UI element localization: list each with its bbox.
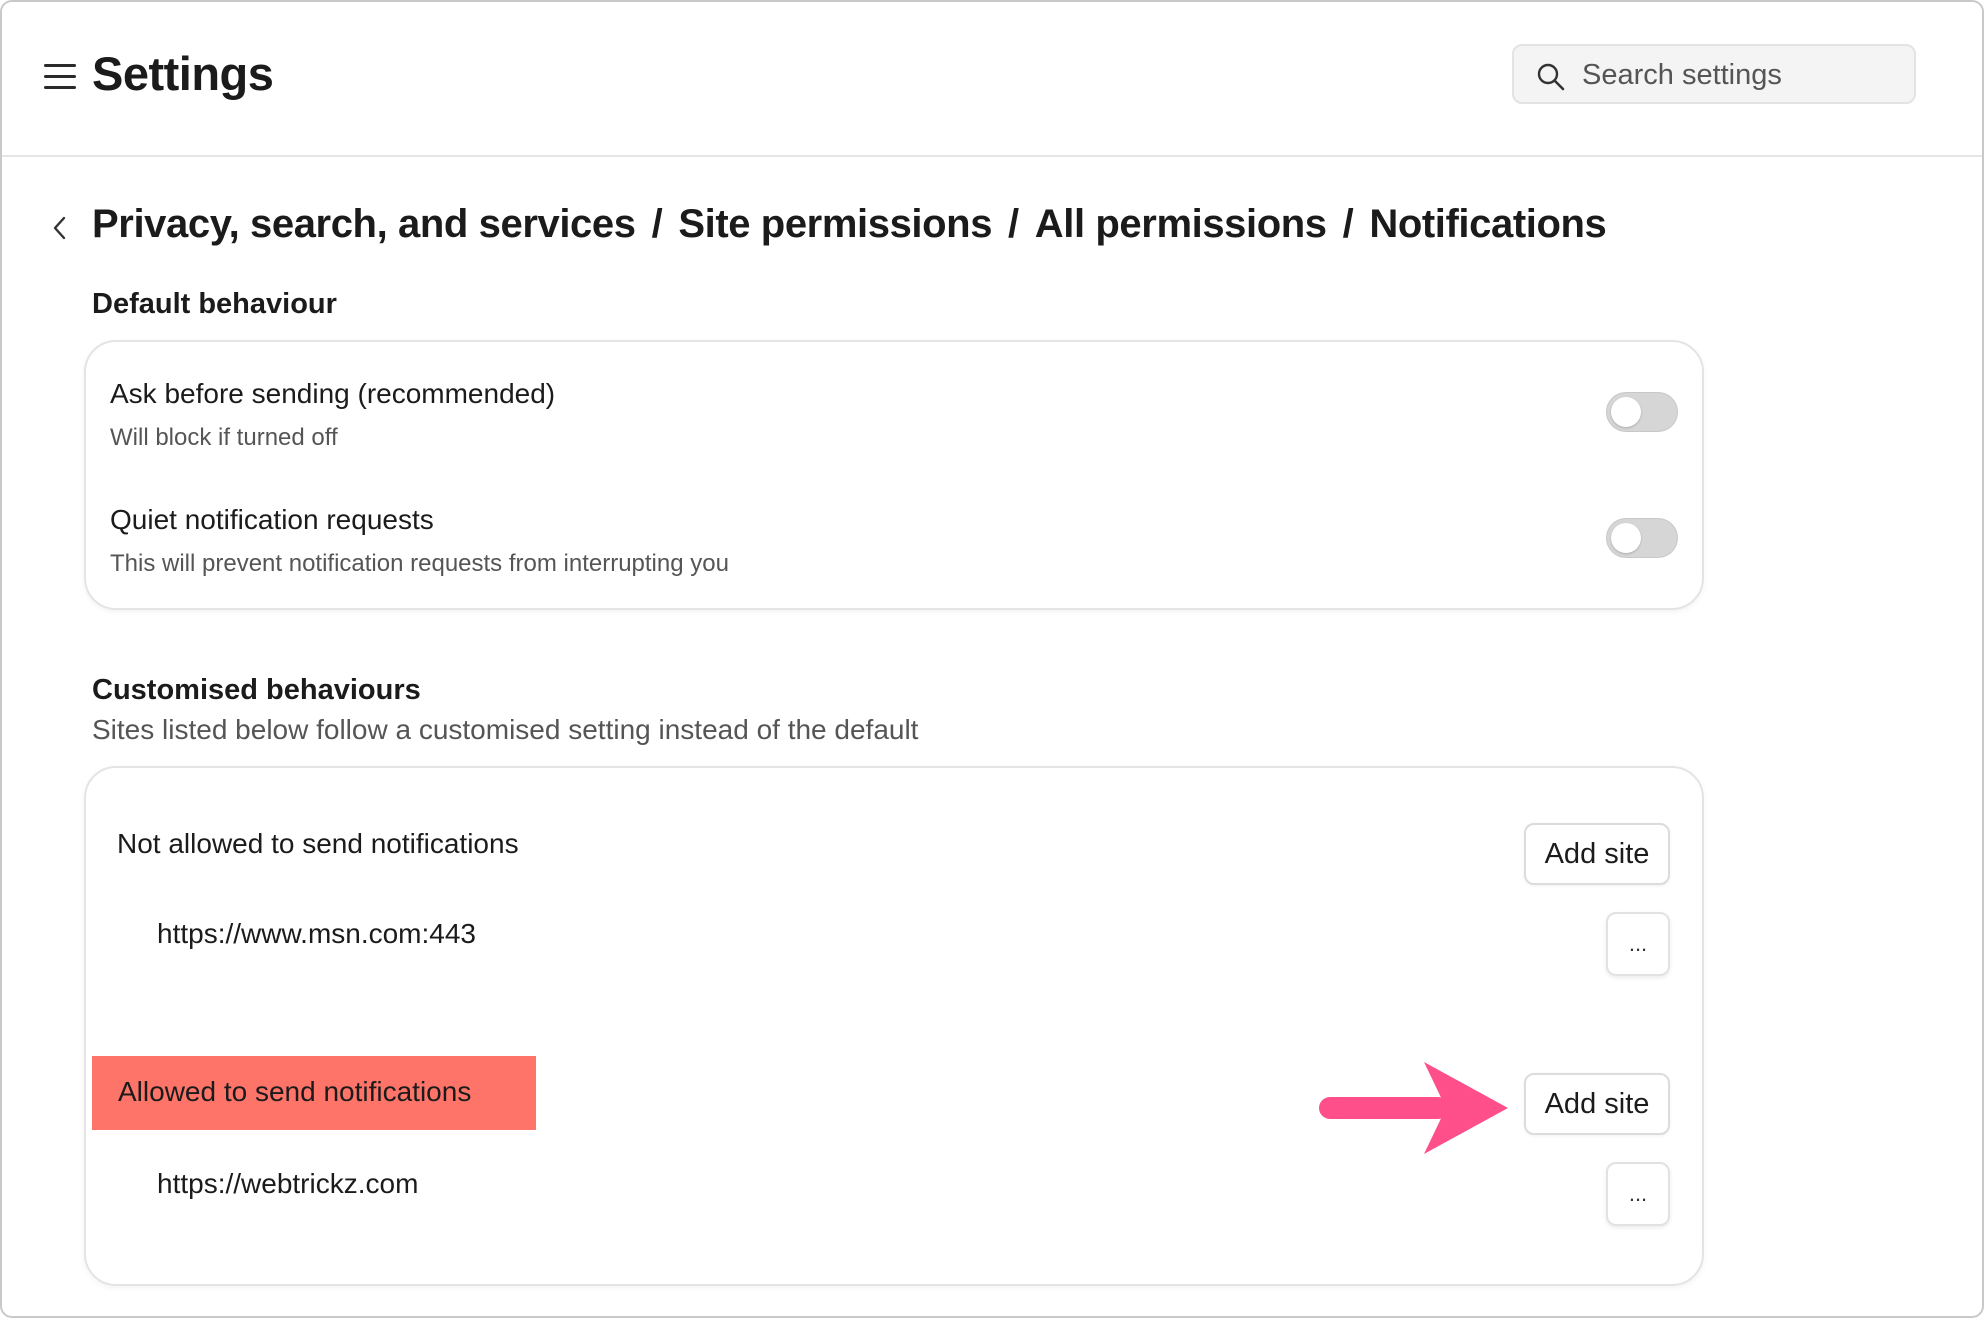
breadcrumb-separator: / (1008, 202, 1019, 246)
page-title: Settings (92, 47, 274, 100)
quiet-requests-description: This will prevent notification requests … (110, 550, 729, 577)
customised-behaviours-heading: Customised behaviours (92, 674, 421, 706)
breadcrumb-separator: / (1342, 202, 1354, 246)
breadcrumb-item-privacy[interactable]: Privacy, search, and services (92, 202, 636, 246)
breadcrumb-item-notifications: Notifications (1369, 202, 1607, 246)
search-icon (1537, 63, 1565, 91)
blocked-site-url: https://www.msn.com:443 (157, 918, 477, 949)
annotation-arrow-icon (1319, 1062, 1508, 1154)
search-box[interactable] (1512, 44, 1916, 104)
more-options-icon[interactable]: ... (1606, 912, 1670, 976)
back-chevron-icon[interactable] (50, 215, 70, 241)
menu-icon[interactable] (44, 64, 76, 90)
add-site-blocked-button[interactable]: Add site (1524, 823, 1670, 885)
allowed-list-title: Allowed to send notifications (118, 1076, 472, 1107)
breadcrumb-item-all-permissions[interactable]: All permissions (1035, 202, 1327, 246)
breadcrumb-separator: / (651, 202, 663, 246)
quiet-requests-title: Quiet notification requests (110, 504, 434, 535)
search-input[interactable] (1580, 46, 1904, 104)
default-behaviour-card: Ask before sending (recommended) Will bl… (84, 340, 1704, 610)
allowed-site-url: https://webtrickz.com (157, 1168, 419, 1199)
ask-before-sending-description: Will block if turned off (110, 424, 338, 451)
not-allowed-list-title: Not allowed to send notifications (117, 828, 519, 859)
allowed-list-highlight: Allowed to send notifications (92, 1056, 536, 1130)
ask-before-sending-title: Ask before sending (recommended) (110, 378, 556, 409)
header-bar: Settings (2, 2, 1982, 157)
breadcrumb: Privacy, search, and services / Site permi… (92, 202, 1607, 247)
customised-behaviours-subtitle: Sites listed below follow a customised s… (92, 714, 919, 745)
more-options-icon[interactable]: ... (1606, 1162, 1670, 1226)
add-site-allowed-button[interactable]: Add site (1524, 1073, 1670, 1135)
default-behaviour-heading: Default behaviour (92, 288, 337, 320)
settings-window: Settings Privacy, search, and services / S… (0, 0, 1984, 1318)
ask-before-sending-toggle[interactable] (1606, 392, 1678, 432)
breadcrumb-item-site-permissions[interactable]: Site permissions (678, 202, 992, 246)
quiet-requests-toggle[interactable] (1606, 518, 1678, 558)
